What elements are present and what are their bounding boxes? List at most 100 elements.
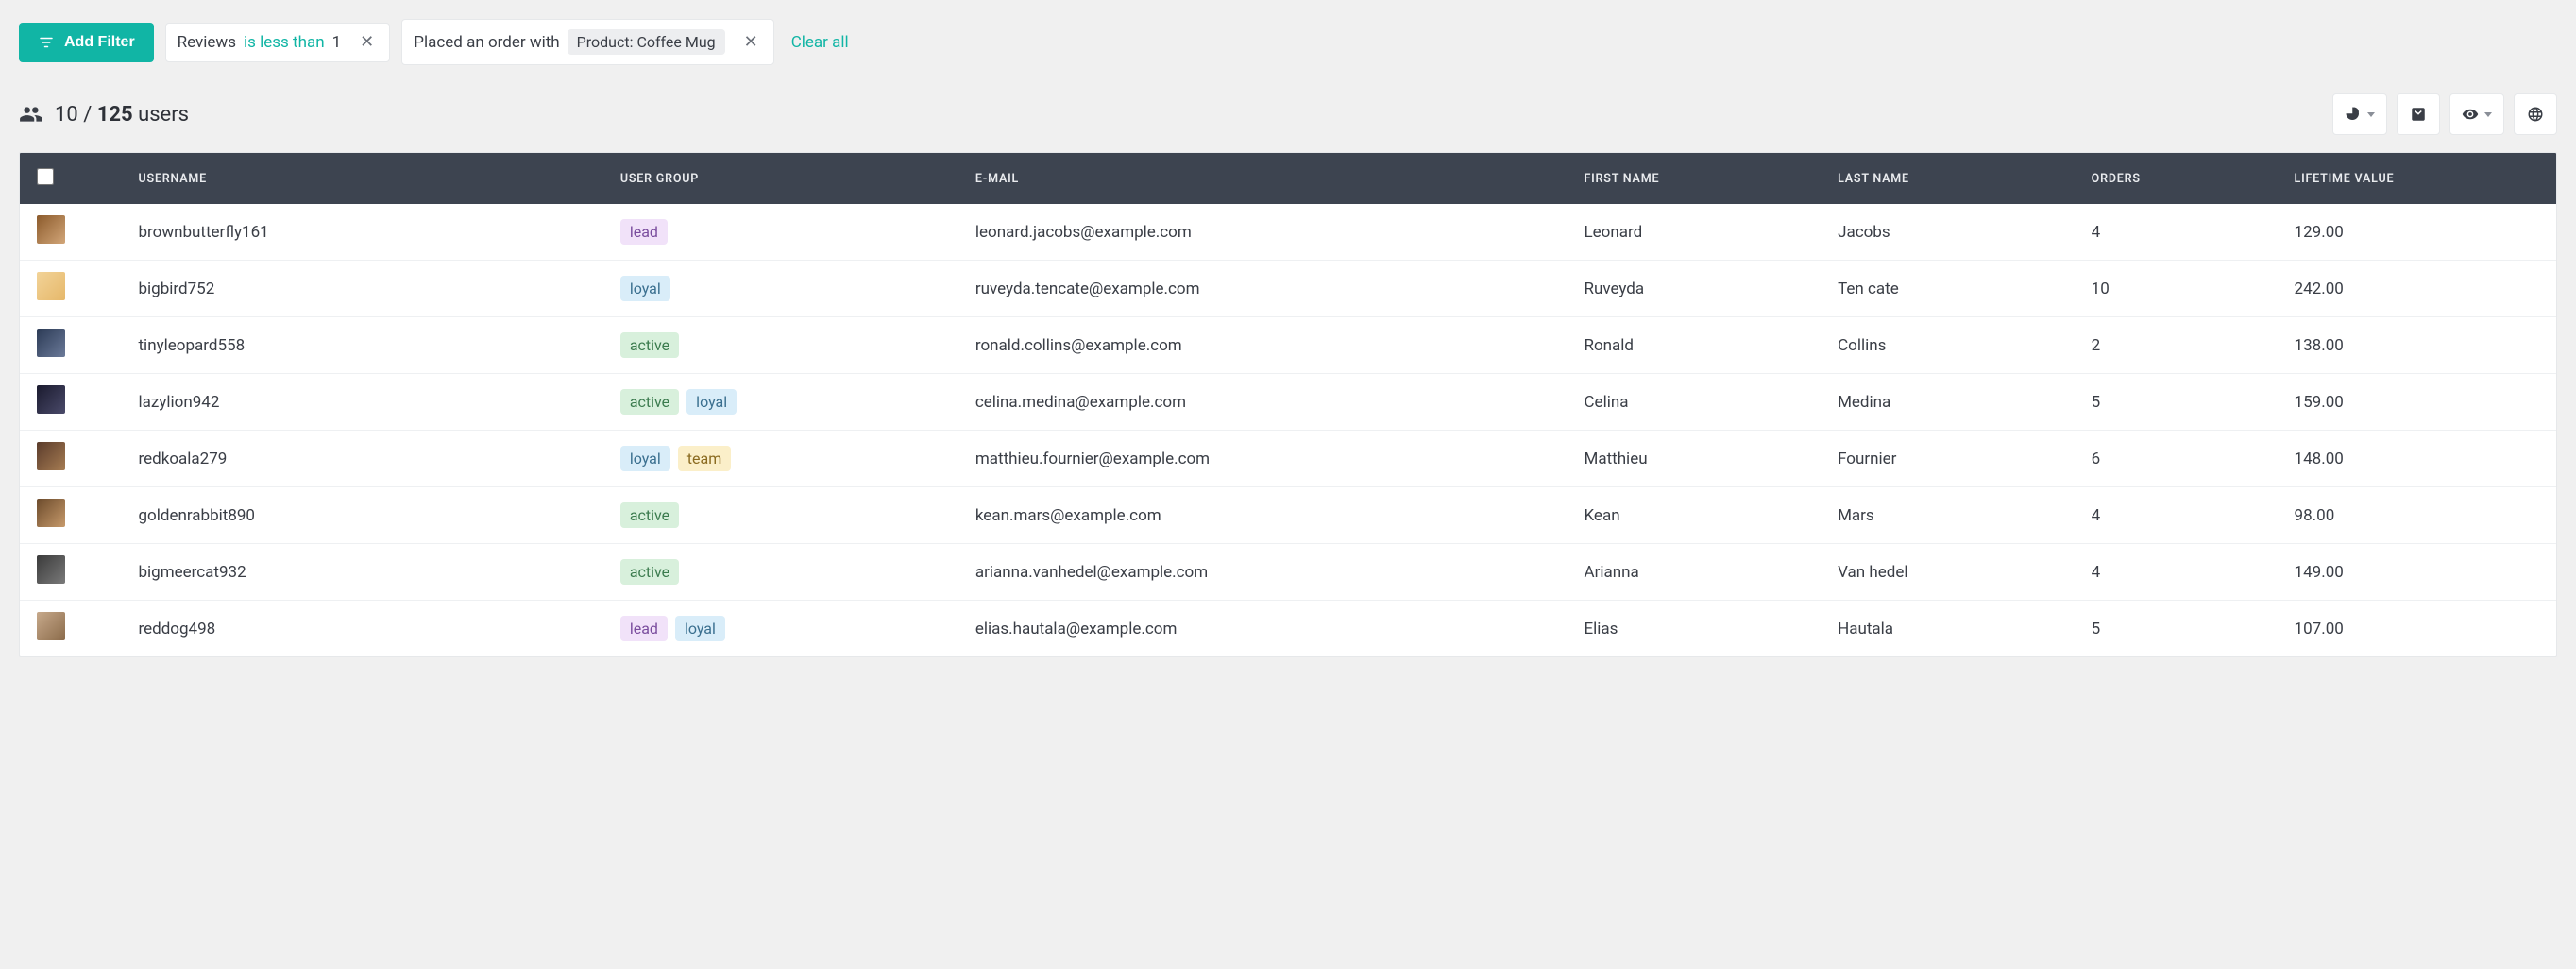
cell-lastname: Ten cate (1821, 261, 2075, 317)
table-row[interactable]: brownbutterfly161leadleonard.jacobs@exam… (20, 204, 2556, 261)
cell-group: activeloyal (603, 374, 958, 431)
select-all-checkbox[interactable] (37, 168, 54, 185)
col-email[interactable]: E-mail (958, 153, 1568, 204)
cell-firstname: Arianna (1567, 544, 1821, 601)
table-row[interactable]: bigmeercat932activearianna.vanhedel@exam… (20, 544, 2556, 601)
cell-ltv: 159.00 (2278, 374, 2556, 431)
col-orders[interactable]: Orders (2075, 153, 2278, 204)
cell-username: goldenrabbit890 (122, 487, 603, 544)
table-row[interactable]: reddog498leadloyalelias.hautala@example.… (20, 601, 2556, 657)
filter-chip[interactable]: Reviews is less than 1✕ (165, 23, 391, 62)
close-icon[interactable]: ✕ (740, 34, 762, 51)
cell-email: arianna.vanhedel@example.com (958, 544, 1568, 601)
cell-firstname: Ronald (1567, 317, 1821, 374)
group-tag: active (620, 389, 679, 415)
table-row[interactable]: redkoala279 loyal team matthieu.fournier@ex… (20, 431, 2556, 487)
cell-firstname: Matthieu (1567, 431, 1821, 487)
group-tag: team (678, 446, 731, 471)
cell-group: leadloyal (603, 601, 958, 657)
cell-select (20, 317, 122, 374)
cell-firstname: Leonard (1567, 204, 1821, 261)
total-count: 125 (97, 103, 133, 127)
cell-email: celina.medina@example.com (958, 374, 1568, 431)
table-row[interactable]: tinyleopard558 active ronald.collins@examp… (20, 317, 2556, 374)
group-tag: loyal (620, 446, 670, 471)
avatar (37, 385, 65, 414)
cell-select (20, 601, 122, 657)
cell-username: redkoala279 (122, 431, 603, 487)
cell-orders: 6 (2075, 431, 2278, 487)
cell-email: matthieu.fournier@example.com (958, 431, 1568, 487)
cell-lastname: Collins (1821, 317, 2075, 374)
avatar (37, 272, 65, 300)
cell-lastname: Hautala (1821, 601, 2075, 657)
col-username[interactable]: Username (122, 153, 603, 204)
cell-ltv: 129.00 (2278, 204, 2556, 261)
avatar (37, 612, 65, 640)
filter-field: Reviews (178, 33, 236, 52)
cell-email: ronald.collins@example.com (958, 317, 1568, 374)
table-header-row: Username User Group E-mail First Name La… (20, 153, 2556, 204)
cell-firstname: Celina (1567, 374, 1821, 431)
close-icon[interactable]: ✕ (356, 34, 378, 51)
users-icon (19, 102, 43, 127)
cell-ltv: 149.00 (2278, 544, 2556, 601)
table-row[interactable]: lazylion942activeloyalcelina.medina@exam… (20, 374, 2556, 431)
group-tag: active (620, 502, 679, 528)
visible-count: 10 (55, 103, 78, 127)
add-filter-button[interactable]: Add Filter (19, 23, 154, 62)
add-filter-label: Add Filter (64, 34, 135, 51)
cell-username: tinyleopard558 (122, 317, 603, 374)
export-icon (2410, 106, 2427, 123)
cell-group: loyal team (603, 431, 958, 487)
cell-firstname: Elias (1567, 601, 1821, 657)
avatar (37, 215, 65, 244)
cell-ltv: 107.00 (2278, 601, 2556, 657)
cell-ltv: 148.00 (2278, 431, 2556, 487)
cell-group: active (603, 317, 958, 374)
chart-menu-button[interactable] (2332, 94, 2387, 135)
select-all-header (20, 153, 122, 204)
cell-orders: 4 (2075, 544, 2278, 601)
col-ltv[interactable]: Lifetime Value (2278, 153, 2556, 204)
cell-ltv: 138.00 (2278, 317, 2556, 374)
toolbar (2332, 94, 2557, 135)
filter-token: Product: Coffee Mug (568, 29, 725, 55)
col-lastname[interactable]: Last Name (1821, 153, 2075, 204)
avatar (37, 442, 65, 470)
users-table: Username User Group E-mail First Name La… (19, 152, 2557, 657)
group-tag: active (620, 332, 679, 358)
filter-value: 1 (332, 33, 342, 52)
cell-firstname: Ruveyda (1567, 261, 1821, 317)
cell-username: brownbutterfly161 (122, 204, 603, 261)
col-group[interactable]: User Group (603, 153, 958, 204)
cell-orders: 2 (2075, 317, 2278, 374)
chevron-down-icon (2484, 112, 2492, 117)
group-tag: loyal (675, 616, 725, 641)
col-firstname[interactable]: First Name (1567, 153, 1821, 204)
results-count: 10 / 125 users (19, 102, 189, 127)
globe-button[interactable] (2514, 94, 2557, 135)
filter-field: Placed an order with (414, 33, 559, 52)
pie-chart-icon (2345, 106, 2362, 123)
table-row[interactable]: bigbird752loyalruveyda.tencate@example.c… (20, 261, 2556, 317)
cell-email: ruveyda.tencate@example.com (958, 261, 1568, 317)
cell-username: bigbird752 (122, 261, 603, 317)
globe-icon (2527, 106, 2544, 123)
cell-email: elias.hautala@example.com (958, 601, 1568, 657)
filter-chip[interactable]: Placed an order with Product: Coffee Mug ✕ (401, 19, 773, 65)
table-row[interactable]: goldenrabbit890activekean.mars@example.c… (20, 487, 2556, 544)
avatar (37, 499, 65, 527)
group-tag: active (620, 559, 679, 585)
cell-group: active (603, 544, 958, 601)
cell-lastname: Mars (1821, 487, 2075, 544)
visibility-menu-button[interactable] (2449, 94, 2504, 135)
clear-all-filters[interactable]: Clear all (791, 33, 849, 52)
cell-email: leonard.jacobs@example.com (958, 204, 1568, 261)
chevron-down-icon (2367, 112, 2375, 117)
cell-select (20, 261, 122, 317)
cell-orders: 5 (2075, 601, 2278, 657)
cell-select (20, 487, 122, 544)
export-button[interactable] (2397, 94, 2440, 135)
cell-ltv: 98.00 (2278, 487, 2556, 544)
